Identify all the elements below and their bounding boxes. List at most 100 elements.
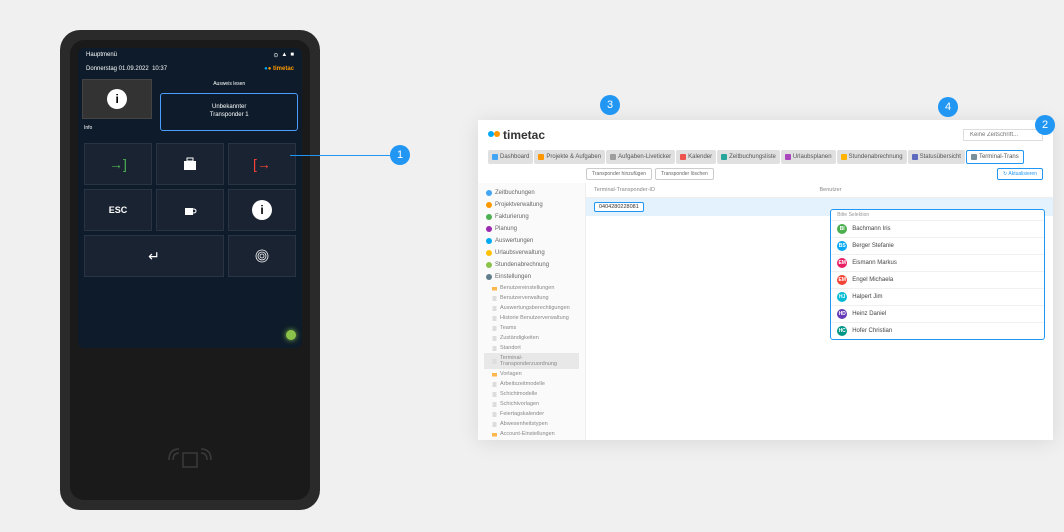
fingerprint-button[interactable] bbox=[228, 235, 296, 277]
sidebar-sub-historie-benutzerverwaltung[interactable]: Historie Benutzerverwaltung bbox=[484, 313, 579, 323]
avatar: BI bbox=[837, 224, 847, 234]
read-badge-label: Ausweis lesen bbox=[160, 79, 298, 89]
briefcase-icon bbox=[182, 157, 198, 171]
sidebar-sub-feiertagskalender[interactable]: Feiertagskalender bbox=[484, 409, 579, 419]
tab-urlaubsplanen[interactable]: Urlaubsplanen bbox=[781, 150, 836, 164]
tab-terminal-trans[interactable]: Terminal-Trans bbox=[966, 150, 1024, 164]
search-input[interactable] bbox=[963, 129, 1043, 141]
info-icon: i bbox=[252, 200, 272, 220]
user-option[interactable]: HJ Halpert Jim bbox=[831, 288, 1044, 305]
user-option[interactable]: BIBachmann Iris bbox=[831, 220, 1044, 237]
refresh-button[interactable]: ↻ Aktualisieren bbox=[997, 168, 1043, 180]
transponder-line2: Transponder 1 bbox=[165, 112, 293, 120]
battery-icon: ■ bbox=[290, 52, 294, 59]
menu-title: Hauptmenü bbox=[86, 52, 117, 59]
sidebar-sub-schichtvorlagen[interactable]: Schichtvorlagen bbox=[484, 399, 579, 409]
nfc-status-icon: ⊙ bbox=[273, 52, 278, 59]
coffee-icon bbox=[183, 203, 197, 217]
terminal-screen: Hauptmenü ⊙ ▲ ■ Donnerstag 01.09.2022 10… bbox=[78, 48, 302, 348]
logo-text: timetac bbox=[503, 128, 545, 142]
sidebar: ZeitbuchungenProjektverwaltungFakturieru… bbox=[478, 183, 586, 440]
user-name: Eismann Markus bbox=[852, 260, 897, 266]
sidebar-sub-auswertungsberechtigungen[interactable]: Auswertungsberechtigungen bbox=[484, 303, 579, 313]
sidebar-sub-vorlagen[interactable]: Vorlagen bbox=[484, 369, 579, 379]
sidebar-item-auswertungen[interactable]: Auswertungen bbox=[484, 235, 579, 247]
info-button[interactable]: i bbox=[82, 79, 152, 119]
sidebar-sub-standort[interactable]: Standort bbox=[484, 343, 579, 353]
esc-button[interactable]: ESC bbox=[84, 189, 152, 231]
info-label: Info bbox=[82, 123, 152, 133]
sidebar-sub-accountverwaltung[interactable]: Accountverwaltung bbox=[484, 439, 579, 440]
callout-1: 1 bbox=[390, 145, 410, 165]
tab-stundenabrechnung[interactable]: Stundenabrechnung bbox=[837, 150, 907, 164]
sidebar-sub-abwesenheitstypen[interactable]: Abwesenheitstypen bbox=[484, 419, 579, 429]
sidebar-sub-benutzereinstellungen[interactable]: Benutzereinstellungen bbox=[484, 283, 579, 293]
sidebar-sub-schichtmodelle[interactable]: Schichtmodelle bbox=[484, 389, 579, 399]
delete-transponder-button[interactable]: Transponder löschen bbox=[655, 168, 714, 180]
user-select-dropdown[interactable]: Bitte Selektion BIBachmann IrisBSBerger … bbox=[830, 209, 1045, 340]
col-user: Benutzer bbox=[820, 187, 842, 193]
user-name: Halpert Jim bbox=[852, 294, 882, 300]
terminal-device: Hauptmenü ⊙ ▲ ■ Donnerstag 01.09.2022 10… bbox=[60, 30, 320, 510]
enter-button[interactable]: ↵ bbox=[84, 235, 224, 277]
date-value: Donnerstag 01.09.2022 bbox=[86, 66, 149, 72]
user-option[interactable]: HD Heinz Daniel bbox=[831, 305, 1044, 322]
avatar: HD bbox=[837, 309, 847, 319]
user-name: Berger Stefanie bbox=[852, 243, 894, 249]
tab-kalender[interactable]: Kalender bbox=[676, 150, 716, 164]
content-area: Terminal-Transponder-ID Benutzer 0404280… bbox=[586, 183, 1053, 440]
browser-window: timetac DashboardProjekte & AufgabenAufg… bbox=[478, 120, 1053, 440]
callout-line-1 bbox=[290, 155, 390, 156]
add-transponder-button[interactable]: Transponder hinzufügen bbox=[586, 168, 652, 180]
terminal-inner: Hauptmenü ⊙ ▲ ■ Donnerstag 01.09.2022 10… bbox=[70, 40, 310, 500]
user-option[interactable]: EM Engel Michaela bbox=[831, 271, 1044, 288]
sidebar-sub-zust-ndigkeiten[interactable]: Zuständigkeiten bbox=[484, 333, 579, 343]
sidebar-item-stundenabrechnung[interactable]: Stundenabrechnung bbox=[484, 259, 579, 271]
tab-aufgaben-liveticker[interactable]: Aufgaben-Liveticker bbox=[606, 150, 675, 164]
sidebar-item-planung[interactable]: Planung bbox=[484, 223, 579, 235]
sidebar-sub-benutzerverwaltung[interactable]: Benutzerverwaltung bbox=[484, 293, 579, 303]
logo: timetac bbox=[488, 128, 545, 142]
user-name: Engel Michaela bbox=[852, 277, 893, 283]
avatar: HC bbox=[837, 326, 847, 336]
transponder-line1: Unbekannter bbox=[165, 104, 293, 112]
user-option[interactable]: HC Hofer Christian bbox=[831, 322, 1044, 339]
wifi-icon: ▲ bbox=[281, 52, 287, 59]
tab-projekte-aufgaben[interactable]: Projekte & Aufgaben bbox=[534, 150, 605, 164]
callout-4: 4 bbox=[938, 97, 958, 117]
avatar: HJ bbox=[837, 292, 847, 302]
user-option[interactable]: EMEismann Markus bbox=[831, 254, 1044, 271]
fingerprint-icon bbox=[254, 248, 270, 264]
user-name: Heinz Daniel bbox=[852, 311, 886, 317]
clock-out-button[interactable]: [→ bbox=[228, 143, 296, 185]
sidebar-item-projektverwaltung[interactable]: Projektverwaltung bbox=[484, 199, 579, 211]
sidebar-item-zeitbuchungen[interactable]: Zeitbuchungen bbox=[484, 187, 579, 199]
user-option[interactable]: BSBerger Stefanie bbox=[831, 237, 1044, 254]
tab-zeitbuchungsliste[interactable]: Zeitbuchungsliste bbox=[717, 150, 780, 164]
sidebar-sub-teams[interactable]: Teams bbox=[484, 323, 579, 333]
sidebar-sub-arbeitszeitmodelle[interactable]: Arbeitszeitmodelle bbox=[484, 379, 579, 389]
col-transponder-id: Terminal-Transponder-ID bbox=[594, 187, 820, 193]
tab-dashboard[interactable]: Dashboard bbox=[488, 150, 533, 164]
unknown-transponder-box[interactable]: Unbekannter Transponder 1 bbox=[160, 93, 298, 131]
tab-status-bersicht[interactable]: Statusübersicht bbox=[908, 150, 965, 164]
user-name: Hofer Christian bbox=[852, 328, 892, 334]
time-value: 10:37 bbox=[152, 66, 167, 72]
callout-2: 2 bbox=[1035, 115, 1055, 135]
avatar: EM bbox=[837, 275, 847, 285]
sidebar-sub-terminal-transponderzuordnung[interactable]: Terminal-Transponderzuordnung bbox=[484, 353, 579, 369]
sidebar-item-fakturierung[interactable]: Fakturierung bbox=[484, 211, 579, 223]
sidebar-item-einstellungen[interactable]: Einstellungen bbox=[484, 271, 579, 283]
reader-area bbox=[70, 445, 310, 480]
filter-label: Bitte Selektion bbox=[831, 210, 1044, 220]
briefcase-button[interactable] bbox=[156, 143, 224, 185]
info2-button[interactable]: i bbox=[228, 189, 296, 231]
brand: timetac bbox=[273, 66, 294, 72]
break-button[interactable] bbox=[156, 189, 224, 231]
clock-in-button[interactable]: →] bbox=[84, 143, 152, 185]
sidebar-sub-account-einstellungen[interactable]: Account-Einstellungen bbox=[484, 429, 579, 439]
sidebar-item-urlaubsverwaltung[interactable]: Urlaubsverwaltung bbox=[484, 247, 579, 259]
status-icons: ⊙ ▲ ■ bbox=[273, 52, 294, 59]
callout-3: 3 bbox=[600, 95, 620, 115]
transponder-id-pill: 0404280228081 bbox=[594, 202, 644, 212]
